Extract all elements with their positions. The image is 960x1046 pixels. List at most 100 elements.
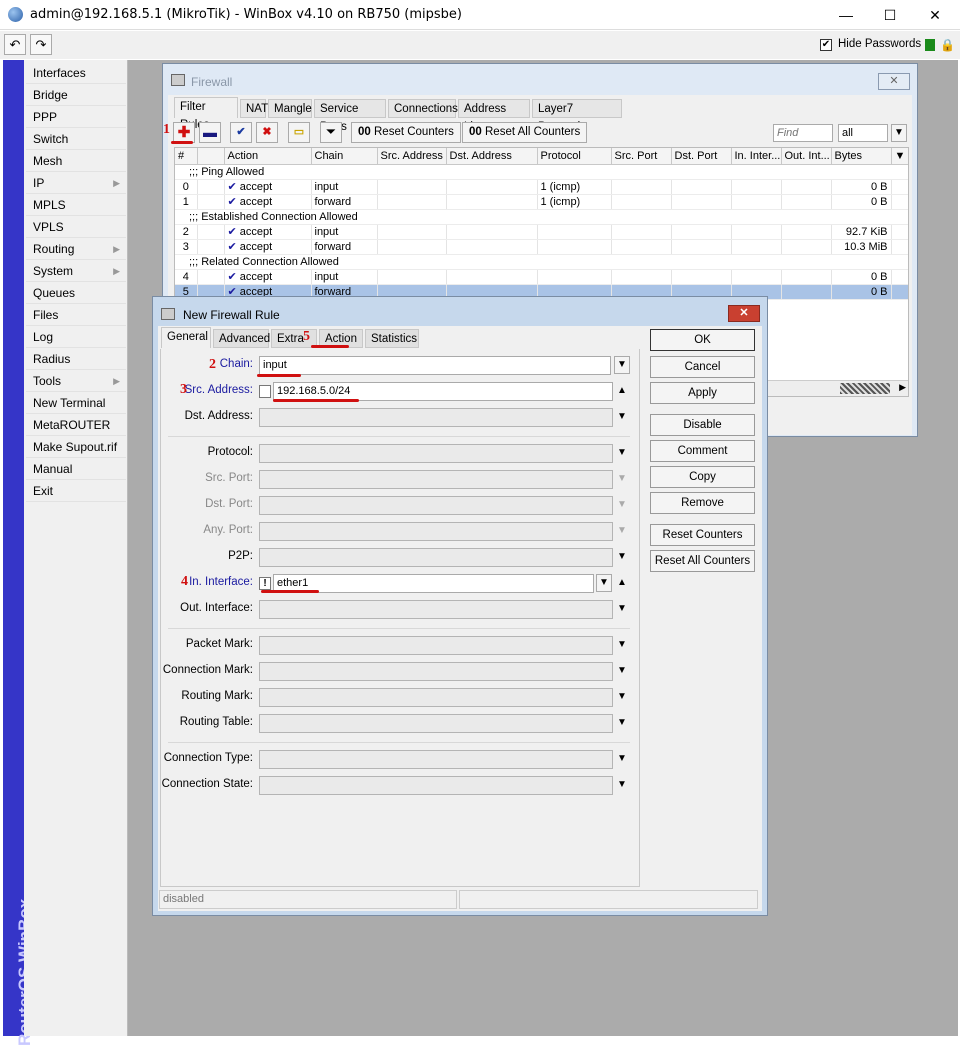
firewall-close-button[interactable]: ✕: [878, 73, 910, 90]
table-row[interactable]: 2 ✔ accept input 92.7 KiB: [175, 224, 908, 240]
copy-button[interactable]: Copy: [650, 466, 755, 488]
sidebar-item-ppp[interactable]: PPP: [26, 106, 126, 128]
column-header-src-port[interactable]: Src. Port: [611, 148, 672, 165]
expand-down-icon[interactable]: ▼: [617, 639, 627, 650]
sidebar-item-queues[interactable]: Queues: [26, 282, 126, 304]
routing-mark-field[interactable]: [259, 688, 613, 707]
find-input[interactable]: [773, 124, 833, 142]
sidebar-item-metarouter[interactable]: MetaROUTER: [26, 414, 126, 436]
scroll-right-icon[interactable]: ▶: [899, 382, 906, 393]
remove-icon[interactable]: ▬: [199, 122, 221, 143]
dst-port-field[interactable]: [259, 496, 613, 515]
src-port-field[interactable]: [259, 470, 613, 489]
column-header-in-inter[interactable]: In. Inter...: [731, 148, 782, 165]
tab-mangle[interactable]: Mangle: [268, 99, 312, 118]
enable-icon[interactable]: ✔: [230, 122, 252, 143]
expand-down-icon[interactable]: ▼: [617, 779, 627, 790]
sidebar-item-make-supout-rif[interactable]: Make Supout.rif: [26, 436, 126, 458]
minimize-button[interactable]: —: [826, 4, 866, 26]
sidebar-item-routing[interactable]: Routing ▶: [26, 238, 126, 260]
column-header-flags[interactable]: #: [175, 148, 198, 165]
expand-down-icon[interactable]: ▼: [617, 691, 627, 702]
comment-button[interactable]: Comment: [650, 440, 755, 462]
reset-counters-button[interactable]: Reset Counters: [650, 524, 755, 546]
filter-dropdown-button[interactable]: ▼: [891, 124, 907, 142]
comment-row[interactable]: ;;; Established Connection Allowed: [175, 209, 908, 225]
routing-table-field[interactable]: [259, 714, 613, 733]
table-row[interactable]: 3 ✔ accept forward 10.3 MiB: [175, 239, 908, 255]
connection-type-field[interactable]: [259, 750, 613, 769]
undo-button[interactable]: ↶: [4, 34, 26, 55]
collapse-up-icon[interactable]: ▲: [617, 577, 627, 588]
expand-down-icon[interactable]: ▼: [617, 603, 627, 614]
field-negate-checkbox[interactable]: [259, 385, 271, 398]
reset-all-counters-button[interactable]: 00 Reset All Counters: [462, 122, 588, 143]
sidebar-item-switch[interactable]: Switch: [26, 128, 126, 150]
column-header-protocol[interactable]: Protocol: [537, 148, 612, 165]
filter-select[interactable]: all: [838, 124, 888, 142]
sidebar-item-system[interactable]: System ▶: [26, 260, 126, 282]
table-row[interactable]: 1 ✔ accept forward 1 (icmp) 0 B: [175, 194, 908, 210]
connection-state-field[interactable]: [259, 776, 613, 795]
dropdown-button[interactable]: ▼: [614, 356, 630, 374]
connection-mark-field[interactable]: [259, 662, 613, 681]
column-header-flags[interactable]: [197, 148, 225, 165]
sidebar-item-vpls[interactable]: VPLS: [26, 216, 126, 238]
dst-address-field[interactable]: [259, 408, 613, 427]
sidebar-item-mesh[interactable]: Mesh: [26, 150, 126, 172]
tab-service-ports[interactable]: Service Ports: [314, 99, 386, 133]
sidebar-item-interfaces[interactable]: Interfaces: [26, 62, 126, 84]
tab-advanced[interactable]: Advanced: [213, 329, 270, 348]
column-header-bytes[interactable]: Bytes: [831, 148, 892, 165]
expand-down-icon[interactable]: ▼: [617, 525, 627, 536]
table-row[interactable]: 0 ✔ accept input 1 (icmp) 0 B: [175, 179, 908, 195]
column-header-out-int[interactable]: Out. Int...: [781, 148, 832, 165]
remove-button[interactable]: Remove: [650, 492, 755, 514]
tab-connections[interactable]: Connections: [388, 99, 458, 118]
expand-down-icon[interactable]: ▼: [617, 717, 627, 728]
p2p-field[interactable]: [259, 548, 613, 567]
tab-statistics[interactable]: Statistics: [365, 329, 419, 348]
apply-button[interactable]: Apply: [650, 382, 755, 404]
sidebar-item-ip[interactable]: IP ▶: [26, 172, 126, 194]
redo-button[interactable]: ↷: [30, 34, 52, 55]
sidebar-item-exit[interactable]: Exit: [26, 480, 126, 502]
column-header-action[interactable]: Action: [224, 148, 312, 165]
column-chooser-button[interactable]: ▼: [891, 148, 908, 165]
sidebar-item-files[interactable]: Files: [26, 304, 126, 326]
column-header-dst-address[interactable]: Dst. Address: [446, 148, 538, 165]
column-header-dst-port[interactable]: Dst. Port: [671, 148, 732, 165]
dropdown-button[interactable]: ▼: [596, 574, 612, 592]
expand-down-icon[interactable]: ▼: [617, 551, 627, 562]
tab-general[interactable]: General: [161, 327, 211, 348]
expand-down-icon[interactable]: ▼: [617, 499, 627, 510]
expand-down-icon[interactable]: ▼: [617, 473, 627, 484]
field-negate-checkbox[interactable]: !: [259, 577, 271, 590]
cancel-button[interactable]: Cancel: [650, 356, 755, 378]
collapse-up-icon[interactable]: ▲: [617, 385, 627, 396]
ok-button[interactable]: OK: [650, 329, 755, 351]
column-header-chain[interactable]: Chain: [311, 148, 378, 165]
tab-filter-rules[interactable]: Filter Rules: [174, 97, 238, 131]
out-interface-field[interactable]: [259, 600, 613, 619]
any-port-field[interactable]: [259, 522, 613, 541]
expand-down-icon[interactable]: ▼: [617, 753, 627, 764]
tab-layer7-protocols[interactable]: Layer7 Protocols: [532, 99, 622, 133]
reset-counters-button[interactable]: 00 Reset Counters: [351, 122, 461, 143]
sidebar-item-radius[interactable]: Radius: [26, 348, 126, 370]
column-header-src-address[interactable]: Src. Address: [377, 148, 447, 165]
reset-all-counters-button[interactable]: Reset All Counters: [650, 550, 755, 572]
disable-icon[interactable]: ✖: [256, 122, 278, 143]
add-icon[interactable]: ✚: [173, 122, 195, 143]
protocol-field[interactable]: [259, 444, 613, 463]
dialog-close-button[interactable]: ✕: [728, 305, 760, 322]
comment-row[interactable]: ;;; Related Connection Allowed: [175, 254, 908, 270]
sidebar-item-bridge[interactable]: Bridge: [26, 84, 126, 106]
comment-icon[interactable]: ▭: [288, 122, 310, 143]
sidebar-item-log[interactable]: Log: [26, 326, 126, 348]
disable-button[interactable]: Disable: [650, 414, 755, 436]
tab-nat[interactable]: NAT: [240, 99, 268, 118]
expand-down-icon[interactable]: ▼: [617, 447, 627, 458]
comment-row[interactable]: ;;; Ping Allowed: [175, 164, 908, 180]
sidebar-item-mpls[interactable]: MPLS: [26, 194, 126, 216]
